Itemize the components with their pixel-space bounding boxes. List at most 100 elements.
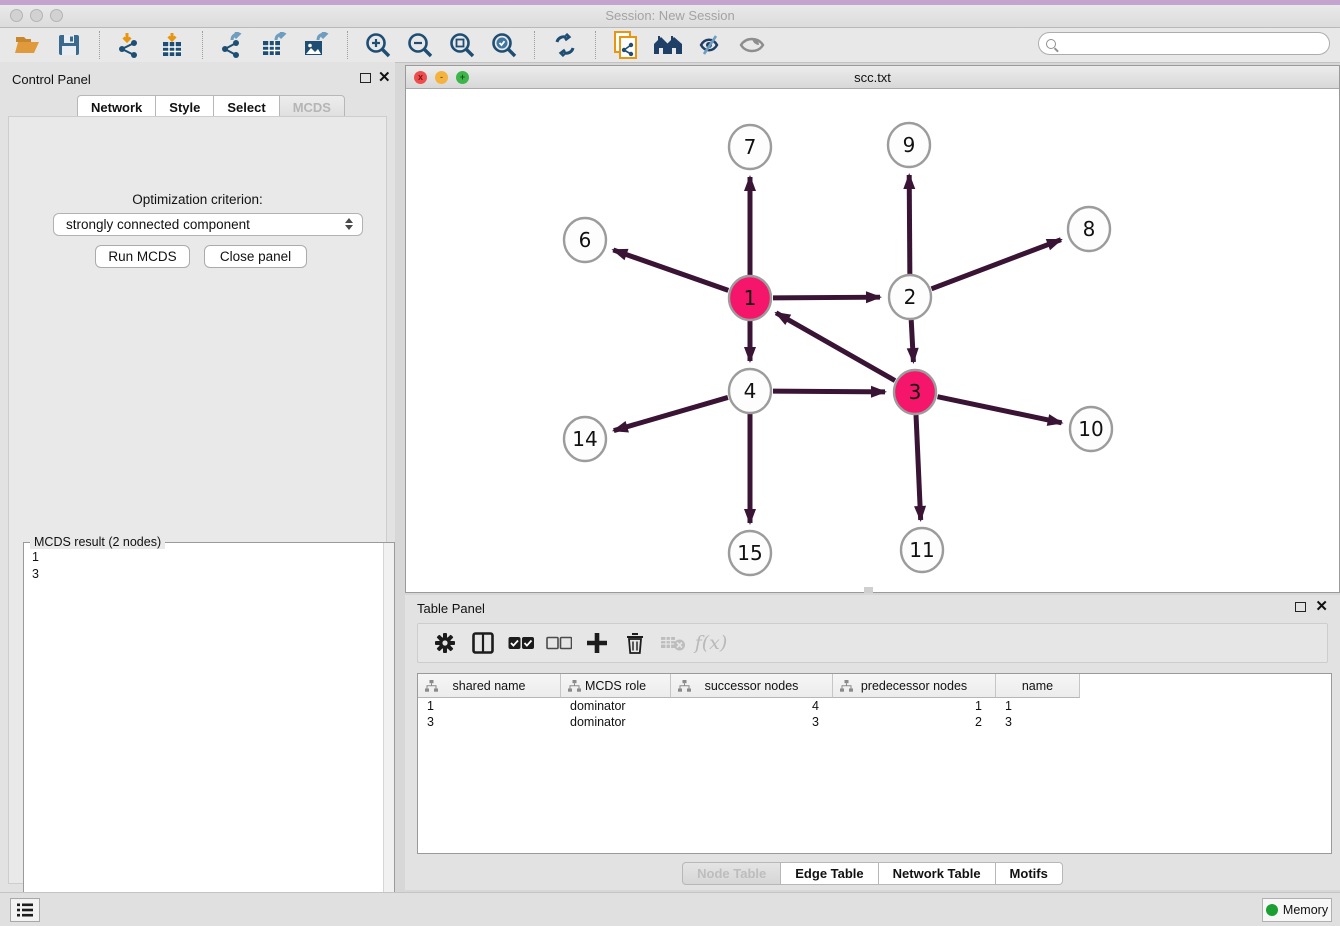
table-tabs: Node Table Edge Table Network Table Moti…: [405, 862, 1340, 885]
zoom-fit-icon[interactable]: [444, 29, 480, 61]
node-table: shared name MCDS role successor nodesprede…: [417, 673, 1332, 854]
delete-table-icon[interactable]: [656, 627, 690, 659]
first-neighbors-icon[interactable]: [650, 29, 686, 61]
column-header-name[interactable]: name: [996, 674, 1080, 698]
table-cell[interactable]: 4: [671, 698, 833, 714]
run-mcds-button[interactable]: Run MCDS: [95, 245, 190, 268]
table-cell[interactable]: 3: [418, 714, 561, 730]
graph-edge-4-14[interactable]: [614, 397, 728, 430]
status-bar: Memory: [0, 892, 1340, 926]
zoom-in-icon[interactable]: [360, 29, 396, 61]
hide-selected-icon[interactable]: [692, 29, 728, 61]
graph-node-label-15: 15: [737, 541, 762, 565]
table-cell[interactable]: 1: [418, 698, 561, 714]
task-history-list-icon[interactable]: [10, 898, 40, 922]
titlebar-accent: [0, 0, 1340, 5]
export-image-icon[interactable]: [299, 29, 335, 61]
graph-edge-1-6[interactable]: [613, 250, 728, 290]
export-network-icon[interactable]: [215, 29, 251, 61]
graph-edge-2-8[interactable]: [932, 240, 1061, 289]
table-cell[interactable]: 3: [996, 714, 1080, 730]
table-cell[interactable]: dominator: [561, 698, 671, 714]
graph-edge-2-3[interactable]: [911, 320, 913, 362]
graph-edge-4-3[interactable]: [773, 391, 885, 392]
control-panel-close-icon[interactable]: ✕: [378, 73, 391, 83]
table-settings-gear-icon[interactable]: [428, 627, 462, 659]
table-toolbar: f(x): [417, 623, 1328, 663]
mcds-result-lines: 1 3: [32, 549, 39, 583]
export-table-icon[interactable]: [257, 29, 293, 61]
column-panel-icon[interactable]: [466, 627, 500, 659]
unselect-all-columns-icon[interactable]: [542, 627, 576, 659]
mcds-panel: Optimization criterion: strongly connect…: [8, 116, 387, 884]
delete-column-trash-icon[interactable]: [618, 627, 652, 659]
show-hidden-icon[interactable]: [734, 29, 770, 61]
toolbar-separator: [99, 31, 100, 59]
zoom-selected-icon[interactable]: [486, 29, 522, 61]
network-canvas[interactable]: 1234678910111415: [406, 89, 1339, 592]
tab-motifs[interactable]: Motifs: [996, 862, 1063, 885]
memory-status-icon: [1266, 904, 1278, 916]
graph-edge-3-10[interactable]: [938, 397, 1062, 423]
table-cell[interactable]: 2: [833, 714, 996, 730]
graph-node-label-1: 1: [744, 286, 757, 310]
table-panel-close-icon[interactable]: ✕: [1315, 602, 1328, 612]
table-row[interactable]: 1dominator411: [418, 698, 1331, 714]
save-session-icon[interactable]: [51, 29, 87, 61]
create-column-plus-icon[interactable]: [580, 627, 614, 659]
criterion-value: strongly connected component: [66, 217, 250, 232]
network-window-titlebar[interactable]: x - + scc.txt: [406, 66, 1339, 89]
open-session-icon[interactable]: [9, 29, 45, 61]
table-panel-title: Table Panel: [417, 601, 485, 616]
graph-edge-3-11[interactable]: [916, 415, 921, 520]
network-title: scc.txt: [406, 70, 1339, 85]
table-cell[interactable]: 3: [671, 714, 833, 730]
search-icon: [1046, 39, 1056, 49]
column-header-label: shared name: [453, 679, 526, 693]
new-network-from-selection-icon[interactable]: [608, 29, 644, 61]
table-header-row: shared name MCDS role successor nodesprede…: [418, 674, 1331, 698]
tab-edge-table[interactable]: Edge Table: [781, 862, 878, 885]
table-cell[interactable]: 1: [996, 698, 1080, 714]
graph-node-label-4: 4: [744, 379, 757, 403]
column-header-label: MCDS role: [585, 679, 646, 693]
control-panel-title: Control Panel: [12, 72, 91, 87]
graph-edge-3-1[interactable]: [776, 313, 895, 381]
tab-network-table[interactable]: Network Table: [879, 862, 996, 885]
toolbar-separator: [595, 31, 596, 59]
zoom-out-icon[interactable]: [402, 29, 438, 61]
graph-node-label-6: 6: [579, 228, 592, 252]
table-panel: Table Panel ✕ f(x) shared nameMCDS roles…: [405, 595, 1340, 890]
apply-layout-icon[interactable]: [547, 29, 583, 61]
select-all-columns-icon[interactable]: [504, 627, 538, 659]
graph-node-label-11: 11: [909, 538, 934, 562]
import-table-icon[interactable]: [154, 29, 190, 61]
table-cell[interactable]: 1: [833, 698, 996, 714]
table-panel-float-icon[interactable]: [1295, 602, 1306, 612]
toolbar-separator: [534, 31, 535, 59]
memory-button[interactable]: Memory: [1262, 898, 1332, 922]
control-panel: Control Panel ✕ Network Style Select MCD…: [0, 62, 395, 892]
table-cell[interactable]: dominator: [561, 714, 671, 730]
import-network-icon[interactable]: [112, 29, 148, 61]
mcds-result-title: MCDS result (2 nodes): [30, 535, 165, 549]
result-scrollbar[interactable]: [383, 543, 394, 921]
app-titlebar: Session: New Session: [0, 0, 1340, 28]
network-hscroll-thumb[interactable]: [864, 587, 873, 593]
control-panel-float-icon[interactable]: [360, 73, 371, 83]
table-row[interactable]: 3dominator323: [418, 714, 1331, 730]
tab-node-table[interactable]: Node Table: [682, 862, 781, 885]
close-panel-button[interactable]: Close panel: [204, 245, 307, 268]
graph-edge-2-9[interactable]: [909, 175, 910, 274]
graph-node-label-7: 7: [744, 135, 757, 159]
search-input[interactable]: [1038, 32, 1330, 55]
main-toolbar: [0, 28, 1340, 63]
column-header-MCDS-role[interactable]: MCDS role: [561, 674, 671, 698]
table-body: 1dominator4113dominator323: [418, 698, 1331, 730]
criterion-select[interactable]: strongly connected component: [53, 213, 363, 236]
graph-edge-1-2[interactable]: [773, 297, 880, 298]
column-header-predecessor-nodes[interactable]: predecessor nodes: [833, 674, 996, 698]
column-header-shared-name[interactable]: shared name: [418, 674, 561, 698]
graph-node-label-10: 10: [1078, 417, 1103, 441]
column-header-successor-nodes[interactable]: successor nodes: [671, 674, 833, 698]
